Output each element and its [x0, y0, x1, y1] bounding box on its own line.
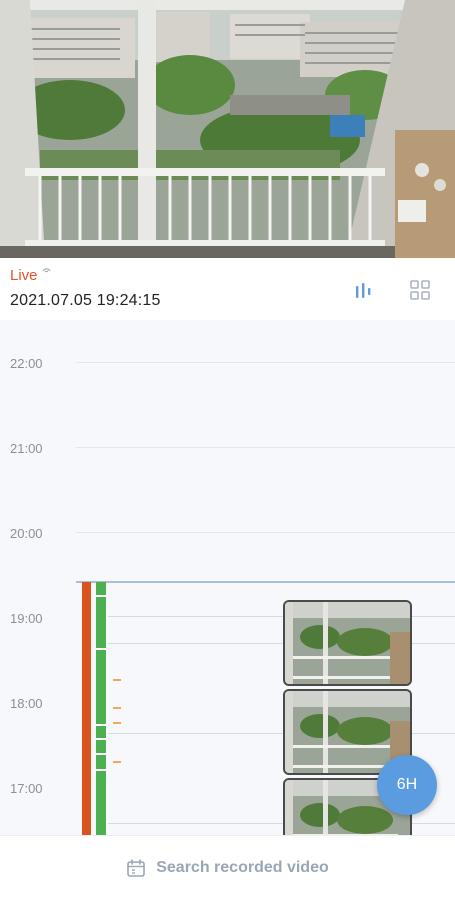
timeline-view-button[interactable]	[342, 272, 386, 308]
calendar-icon	[127, 859, 146, 877]
hour-label: 21:00	[10, 441, 43, 456]
search-recorded-video-button[interactable]: Search recorded video	[0, 835, 455, 900]
recording-gap	[96, 769, 106, 771]
hour-gridline	[76, 532, 455, 533]
recording-gap	[96, 753, 106, 755]
event-tick[interactable]	[113, 707, 121, 709]
live-status-bar: Live 2021.07.05 19:24:15	[0, 258, 455, 320]
camera-scene-image	[0, 0, 455, 258]
time-range-button[interactable]: 6H	[377, 755, 437, 815]
hour-label: 18:00	[10, 696, 43, 711]
current-time-indicator	[76, 581, 455, 583]
hour-gridline	[76, 447, 455, 448]
recording-bar[interactable]	[96, 582, 106, 835]
live-timestamp: 2021.07.05 19:24:15	[10, 292, 161, 309]
grid-view-button[interactable]	[398, 272, 442, 308]
motion-event-bar[interactable]	[82, 582, 91, 835]
live-label: Live	[10, 267, 38, 284]
recording-gap	[96, 738, 106, 740]
event-tick[interactable]	[113, 679, 121, 681]
timeline-bars-icon	[356, 283, 371, 298]
hour-label: 19:00	[10, 611, 43, 626]
recording-gap	[96, 648, 106, 650]
recording-timeline[interactable]: 22:00 21:00 20:00 19:00 18:00 17:00	[0, 320, 455, 835]
event-tick[interactable]	[113, 761, 121, 763]
search-content: Search recorded video	[126, 858, 329, 878]
recording-gap	[96, 595, 106, 597]
search-recorded-video-label: Search recorded video	[156, 859, 329, 876]
hour-gridline	[76, 362, 455, 363]
grid-icon	[410, 280, 430, 300]
hour-label: 17:00	[10, 781, 43, 796]
event-tick[interactable]	[113, 722, 121, 724]
signal-icon	[42, 268, 51, 273]
recording-gap	[96, 724, 106, 726]
thumbnail-image	[285, 602, 410, 684]
hour-label: 22:00	[10, 356, 43, 371]
live-camera-feed[interactable]	[0, 0, 455, 258]
recording-thumbnail[interactable]	[283, 600, 412, 686]
hour-label: 20:00	[10, 526, 43, 541]
